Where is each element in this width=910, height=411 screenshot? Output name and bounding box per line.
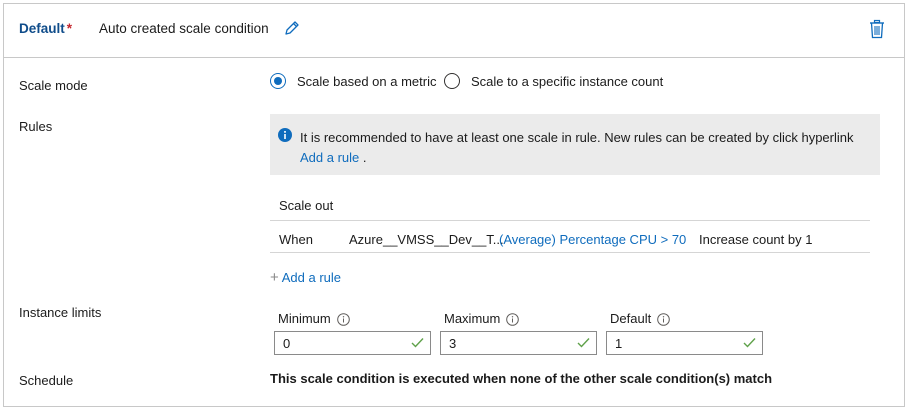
maximum-label: Maximum [444,311,520,326]
rule-action: Increase count by 1 [699,232,813,247]
add-rule-label: Add a rule [281,270,342,285]
schedule-text: This scale condition is executed when no… [270,371,773,386]
plus-icon: + [270,269,279,286]
maximum-value: 3 [449,336,457,351]
schedule-label: Schedule [19,373,74,388]
info-icon [278,128,292,142]
info-text: It is recommended to have at least one s… [300,130,854,165]
checkmark-icon [743,338,756,348]
rule-condition-link[interactable]: (Average) Percentage CPU > 70 [499,232,686,247]
default-value: 1 [615,336,623,351]
checkmark-icon [411,338,424,348]
instance-limits-label: Instance limits [19,305,102,320]
rule-resource: Azure__VMSS__Dev__T... [349,232,504,247]
required-mark: * [66,21,73,36]
scale-mode-label: Scale mode [19,78,88,93]
add-rule-link[interactable]: Add a rule [300,150,359,165]
info-circle-icon[interactable] [336,313,350,326]
maximum-input[interactable]: 3 [440,331,597,355]
rules-table-header: Scale out [270,190,870,221]
default-count-label: Default [610,311,671,326]
add-rule-button[interactable]: + Add a rule [270,269,341,286]
pencil-icon[interactable] [283,19,301,37]
radio-selected-icon [270,73,286,89]
info-circle-icon[interactable] [657,313,671,326]
minimum-input[interactable]: 0 [274,331,431,355]
rule-when: When [279,232,313,247]
scale-condition-card: Default * Auto created scale condition Sc… [3,3,905,407]
default-label: Default * [19,21,73,36]
condition-name: Auto created scale condition [99,21,269,36]
trash-icon[interactable] [868,19,886,39]
radio-label: Scale based on a metric [297,74,437,89]
condition-header: Default * Auto created scale condition [4,4,904,58]
rules-label: Rules [19,119,53,134]
minimum-value: 0 [283,336,291,351]
info-circle-icon[interactable] [506,313,520,326]
info-banner: It is recommended to have at least one s… [270,114,880,175]
scale-out-header: Scale out [279,198,334,213]
minimum-label: Minimum [278,311,350,326]
default-input[interactable]: 1 [606,331,763,355]
table-row[interactable]: When Azure__VMSS__Dev__T... (Average) Pe… [270,221,870,253]
checkmark-icon [577,338,590,348]
radio-unselected-icon [444,73,460,89]
radio-label: Scale to a specific instance count [471,74,664,89]
